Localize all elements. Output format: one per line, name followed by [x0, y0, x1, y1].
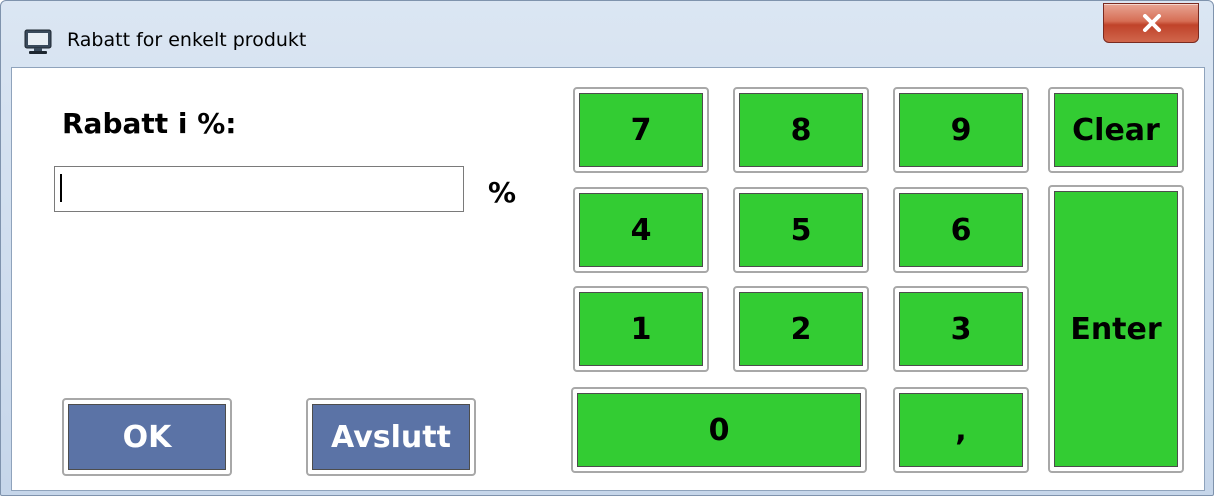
keypad-7-label: 7	[630, 112, 652, 148]
keypad-4-label: 4	[630, 212, 652, 248]
keypad-4-button[interactable]: 4	[573, 187, 709, 273]
dialog-window: Rabatt for enkelt produkt Rabatt i %: % …	[0, 0, 1214, 496]
text-caret	[60, 174, 62, 202]
percent-unit-label: %	[488, 176, 517, 209]
keypad-0-button[interactable]: 0	[571, 387, 867, 473]
keypad-enter-label: Enter	[1070, 311, 1162, 347]
keypad-enter-button[interactable]: Enter	[1048, 185, 1184, 473]
close-icon	[1143, 14, 1161, 32]
title-bar[interactable]: Rabatt for enkelt produkt	[1, 1, 1213, 63]
keypad-2-button[interactable]: 2	[733, 286, 869, 372]
keypad-8-label: 8	[790, 112, 812, 148]
keypad-comma-label: ,	[955, 412, 967, 448]
ok-button[interactable]: OK	[62, 398, 232, 476]
keypad-6-button[interactable]: 6	[893, 187, 1029, 273]
discount-label: Rabatt i %:	[62, 107, 237, 140]
keypad-1-label: 1	[630, 311, 652, 347]
keypad-5-button[interactable]: 5	[733, 187, 869, 273]
keypad-8-button[interactable]: 8	[733, 87, 869, 173]
keypad-clear-label: Clear	[1072, 112, 1160, 148]
keypad-1-button[interactable]: 1	[573, 286, 709, 372]
window-title: Rabatt for enkelt produkt	[67, 29, 307, 51]
keypad-9-button[interactable]: 9	[893, 87, 1029, 173]
keypad-comma-button[interactable]: ,	[893, 387, 1029, 473]
keypad-clear-button[interactable]: Clear	[1048, 87, 1184, 173]
keypad-2-label: 2	[790, 311, 812, 347]
dialog-content: Rabatt i %: % OK Avslutt 7 8 9 Clear 4 5…	[11, 67, 1205, 491]
keypad-7-button[interactable]: 7	[573, 87, 709, 173]
keypad-0-label: 0	[708, 412, 730, 448]
monitor-icon	[24, 29, 52, 54]
ok-button-label: OK	[122, 419, 172, 455]
exit-button-label: Avslutt	[331, 419, 451, 455]
keypad-9-label: 9	[950, 112, 972, 148]
keypad-5-label: 5	[790, 212, 812, 248]
keypad-6-label: 6	[950, 212, 972, 248]
discount-input[interactable]	[54, 166, 464, 212]
keypad-3-label: 3	[950, 311, 972, 347]
close-button[interactable]	[1103, 3, 1199, 43]
exit-button[interactable]: Avslutt	[306, 398, 476, 476]
keypad-3-button[interactable]: 3	[893, 286, 1029, 372]
